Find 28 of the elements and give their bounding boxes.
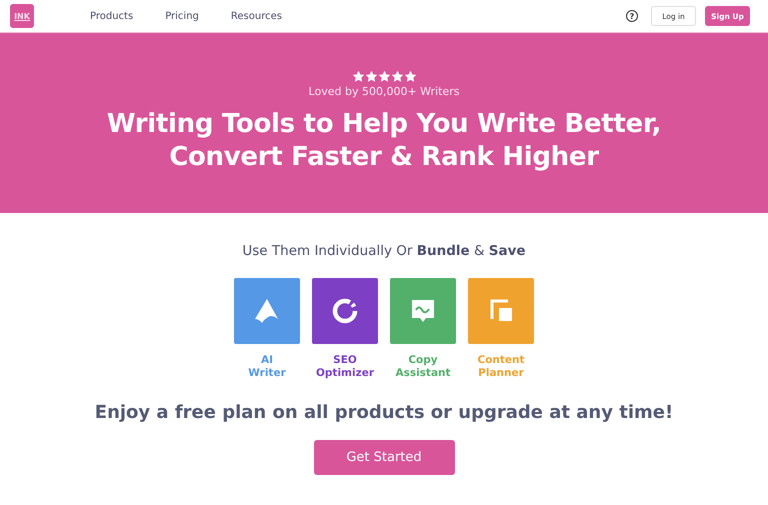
star-icon: [392, 71, 402, 82]
logo[interactable]: INK: [10, 4, 34, 28]
star-icon: [378, 71, 390, 82]
star-icon: [404, 71, 416, 82]
get-started-button[interactable]: Get Started: [314, 440, 454, 475]
product-name[interactable]: Planner: [477, 367, 525, 380]
help-icon[interactable]: ?: [626, 10, 638, 22]
star-icon: [366, 71, 376, 82]
product-name[interactable]: Writer: [248, 367, 286, 380]
product-tile[interactable]: [468, 278, 534, 344]
nav-link[interactable]: Products: [90, 10, 134, 22]
product-tile[interactable]: [390, 278, 456, 344]
hero-title: Convert Faster & Rank Higher: [168, 141, 600, 174]
product-name[interactable]: Copy: [395, 354, 451, 367]
nav-link[interactable]: Pricing: [165, 10, 199, 22]
hero-title: Writing Tools to Help You Write Better,: [106, 108, 662, 141]
product-name[interactable]: Optimizer: [316, 367, 374, 380]
tagline: Loved by 500,000+ Writers: [308, 85, 460, 98]
product-name[interactable]: Content: [477, 354, 525, 367]
product-tile[interactable]: [312, 278, 378, 344]
star-icon: [352, 71, 364, 82]
section-heading: Use Them Individually Or Bundle & Save: [242, 243, 526, 259]
product-name[interactable]: SEO: [316, 354, 374, 367]
product-tile[interactable]: [234, 278, 300, 344]
nav-link[interactable]: Resources: [230, 10, 282, 22]
product-name[interactable]: AI: [248, 354, 286, 367]
product-name[interactable]: Assistant: [395, 367, 451, 380]
offer-text: Enjoy a free plan on all products or upgrade at any time!: [94, 402, 674, 423]
